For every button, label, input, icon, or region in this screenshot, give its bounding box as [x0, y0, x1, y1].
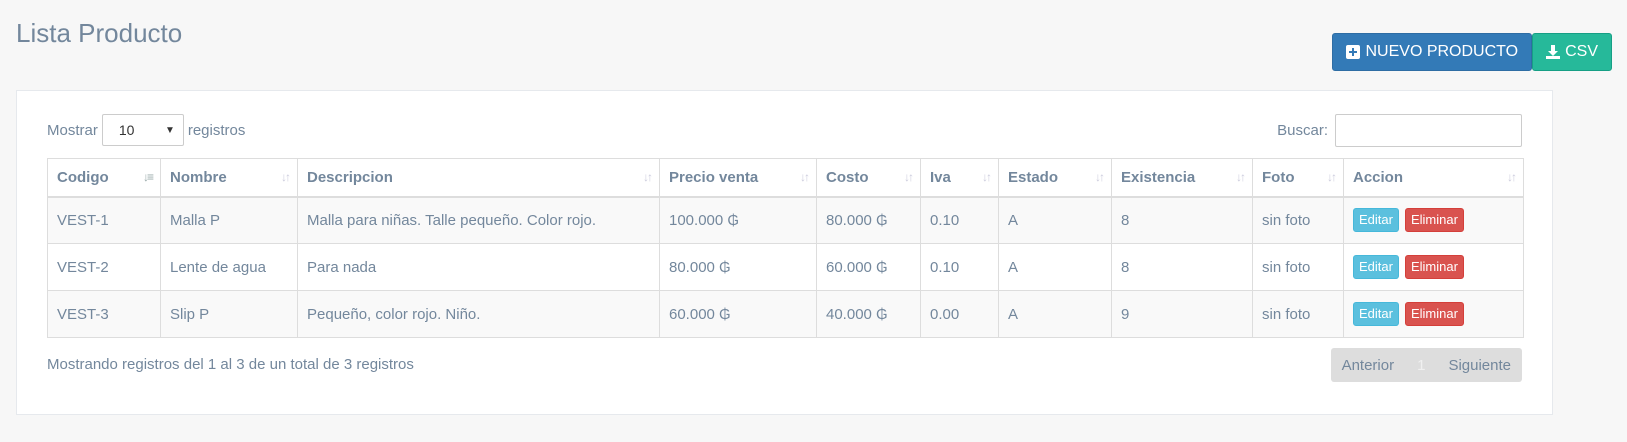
page-length-value: 10 [118, 122, 135, 138]
show-label: Mostrar [47, 121, 98, 139]
cell-accion: Editar Eliminar [1343, 243, 1524, 291]
chevron-down-icon: ▼ [164, 124, 175, 136]
cell-codigo: VEST-2 [47, 243, 161, 291]
new-product-button[interactable]: NUEVO PRODUCTO [1332, 33, 1533, 71]
cell-precio: 60.000 ₲ [659, 290, 817, 338]
cell-descripcion: Para nada [297, 243, 660, 291]
edit-button[interactable]: Editar [1353, 302, 1399, 326]
sort-icon: ↓↑ [1507, 170, 1517, 184]
cell-iva: 0.10 [920, 243, 999, 291]
sort-asc-icon: ↓≡ [142, 170, 154, 184]
cell-existencia: 8 [1111, 196, 1253, 244]
sort-icon: ↓↑ [281, 170, 291, 184]
new-product-label: NUEVO PRODUCTO [1365, 43, 1519, 60]
column-header-descripcion[interactable]: Descripcion ↓↑ [297, 158, 660, 198]
column-header-estado[interactable]: Estado ↓↑ [998, 158, 1112, 198]
cell-descripcion: Malla para niñas. Talle pequeño. Color r… [297, 196, 660, 244]
next-page-button[interactable]: Siguiente [1437, 357, 1522, 374]
csv-label: CSV [1565, 43, 1598, 60]
cell-descripcion: Pequeño, color rojo. Niño. [297, 290, 660, 338]
cell-foto: sin foto [1252, 196, 1344, 244]
cell-precio: 100.000 ₲ [659, 196, 817, 244]
cell-accion: Editar Eliminar [1343, 196, 1524, 244]
search-label: Buscar: [1277, 122, 1328, 139]
page-length-select[interactable]: 10 ▼ [101, 114, 184, 146]
cell-costo: 40.000 ₲ [816, 290, 921, 338]
search-control: Buscar: [1277, 114, 1522, 147]
table-header-row: Codigo ↓≡ Nombre ↓↑ Descripcion ↓↑ Precio v… [47, 158, 1524, 198]
delete-button[interactable]: Eliminar [1404, 302, 1464, 326]
table-row: VEST-1 Malla P Malla para niñas. Talle p… [47, 196, 1524, 244]
cell-nombre: Slip P [160, 290, 298, 338]
page-title: Lista Producto [16, 18, 183, 48]
cell-existencia: 8 [1111, 243, 1253, 291]
column-header-costo[interactable]: Costo ↓↑ [816, 158, 921, 198]
delete-button[interactable]: Eliminar [1404, 208, 1464, 233]
sort-icon: ↓↑ [1327, 170, 1337, 184]
sort-icon: ↓↑ [982, 170, 992, 184]
sort-icon: ↓↑ [1095, 170, 1105, 184]
cell-estado: A [998, 196, 1112, 244]
cell-costo: 80.000 ₲ [816, 196, 921, 244]
cell-estado: A [998, 243, 1112, 291]
column-header-nombre[interactable]: Nombre ↓↑ [160, 158, 298, 198]
table-panel: Mostrar 10 ▼ registros Buscar: Codigo ↓≡ … [16, 90, 1553, 415]
column-header-iva[interactable]: Iva ↓↑ [920, 158, 999, 198]
cell-existencia: 9 [1111, 290, 1253, 338]
csv-button[interactable]: CSV [1532, 33, 1612, 71]
cell-codigo: VEST-1 [47, 196, 161, 244]
cell-precio: 80.000 ₲ [659, 243, 817, 291]
cell-codigo: VEST-3 [47, 290, 161, 338]
search-input[interactable] [1335, 114, 1522, 147]
sort-icon: ↓↑ [800, 170, 810, 184]
table-info: Mostrando registros del 1 al 3 de un tot… [47, 356, 414, 373]
edit-button[interactable]: Editar [1353, 255, 1399, 279]
records-label: registros [187, 121, 246, 139]
pagination: Anterior 1 Siguiente [1330, 348, 1522, 382]
cell-nombre: Lente de agua [160, 243, 298, 291]
column-header-precio-venta[interactable]: Precio venta ↓↑ [659, 158, 817, 198]
cell-nombre: Malla P [160, 196, 298, 244]
sort-icon: ↓↑ [904, 170, 914, 184]
sort-icon: ↓↑ [1236, 170, 1246, 184]
column-header-foto[interactable]: Foto ↓↑ [1252, 158, 1344, 198]
table-row: VEST-3 Slip P Pequeño, color rojo. Niño.… [47, 290, 1524, 338]
products-table: Codigo ↓≡ Nombre ↓↑ Descripcion ↓↑ Precio v… [47, 158, 1524, 338]
top-actions: NUEVO PRODUCTO CSV [1332, 33, 1612, 71]
column-header-existencia[interactable]: Existencia ↓↑ [1111, 158, 1253, 198]
page-length-control: Mostrar 10 ▼ registros [47, 114, 245, 146]
cell-iva: 0.10 [920, 196, 999, 244]
column-header-codigo[interactable]: Codigo ↓≡ [47, 158, 161, 198]
sort-icon: ↓↑ [643, 170, 653, 184]
column-header-accion[interactable]: Accion ↓↑ [1343, 158, 1524, 198]
page-1-button[interactable]: 1 [1405, 357, 1437, 374]
cell-estado: A [998, 290, 1112, 338]
cell-accion: Editar Eliminar [1343, 290, 1524, 338]
cell-foto: sin foto [1252, 290, 1344, 338]
cell-iva: 0.00 [920, 290, 999, 338]
cell-costo: 60.000 ₲ [816, 243, 921, 291]
delete-button[interactable]: Eliminar [1404, 255, 1464, 279]
table-row: VEST-2 Lente de agua Para nada 80.000 ₲ … [47, 243, 1524, 291]
download-icon [1546, 45, 1561, 59]
plus-square-icon [1346, 45, 1361, 59]
edit-button[interactable]: Editar [1353, 208, 1399, 233]
previous-page-button[interactable]: Anterior [1331, 357, 1406, 374]
cell-foto: sin foto [1252, 243, 1344, 291]
